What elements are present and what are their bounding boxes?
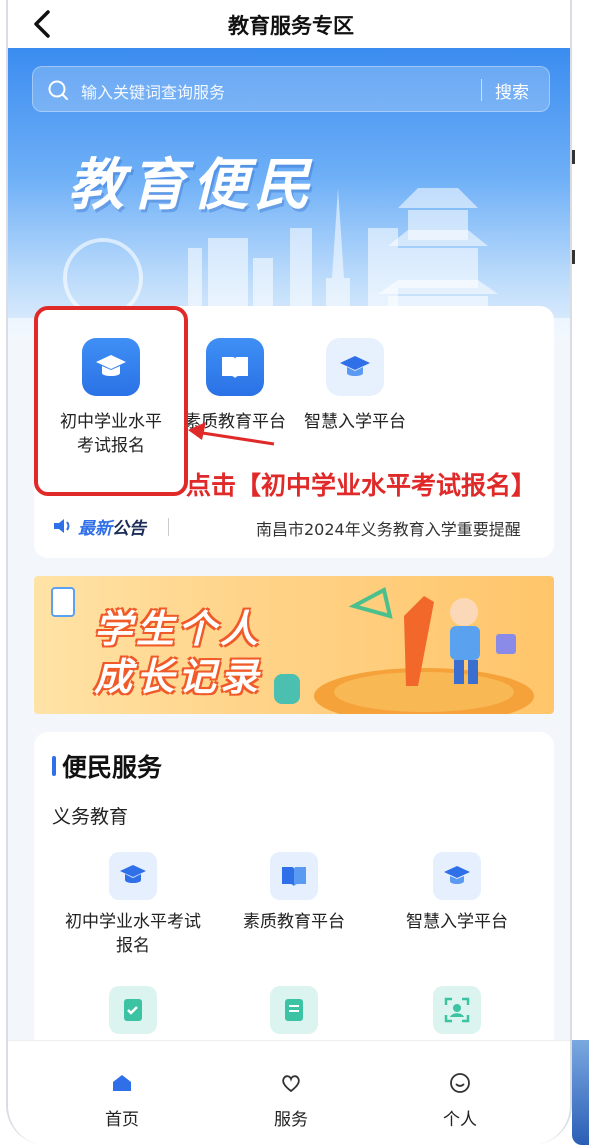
service-item-quality-education[interactable]: 素质教育平台 (209, 852, 379, 934)
mortarboard-icon (326, 338, 384, 396)
notice-bar[interactable]: 最新公告 南昌市2024年义务教育入学重要提醒 (34, 506, 554, 546)
notice-text[interactable]: 南昌市2024年义务教育入学重要提醒 (256, 516, 538, 540)
edge-glow (572, 1040, 589, 1145)
smile-icon (450, 1073, 470, 1093)
app-header: 教育服务专区 (8, 0, 570, 48)
section-subtitle: 义务教育 (52, 806, 129, 828)
nav-label: 个人 (443, 1110, 477, 1130)
nav-item-services[interactable]: 服务 (251, 1071, 331, 1130)
heart-icon (282, 1075, 300, 1093)
service-item-document[interactable] (209, 986, 379, 1034)
tutorial-annotation: 点击【初中学业水平考试报名】 (186, 471, 537, 500)
service-item-face-scan[interactable] (372, 986, 542, 1034)
notice-tag-highlight: 最新 (78, 519, 112, 539)
convenience-services-card: 便民服务 义务教育 初中学业水平考试 报名 素质教育平台 智慧入学平台 (34, 732, 554, 1062)
hero-banner: 输入关键词查询服务 搜索 教育便民 (8, 48, 570, 338)
document-icon (270, 986, 318, 1034)
face-scan-icon (433, 986, 481, 1034)
service-item-label: 智慧入学平台 (406, 912, 508, 932)
nav-label: 服务 (274, 1110, 308, 1130)
mortarboard-icon (433, 852, 481, 900)
quick-access-card: 初中学业水平 考试报名 素质教育平台 智慧入学平台 点击【初中学业水平考试报名】… (34, 306, 554, 558)
graduation-cap-icon (109, 852, 157, 900)
nav-item-home[interactable]: 首页 (82, 1071, 162, 1130)
page-title: 教育服务专区 (228, 14, 354, 38)
service-item-label: 初中学业水平考试 报名 (65, 912, 201, 956)
book-icon (270, 852, 318, 900)
notice-tag: 最新公告 (78, 514, 146, 539)
notice-tag-rest: 公告 (112, 519, 146, 539)
search-bar[interactable]: 输入关键词查询服务 搜索 (32, 66, 550, 112)
book-icon (206, 338, 264, 396)
phone-screen: 教育服务专区 输入关键词查询服务 搜索 教育便民 初中学业水平 考试报名 素质教… (6, 0, 572, 1145)
edge-mark (572, 150, 575, 164)
service-item-checklist[interactable] (48, 986, 218, 1034)
background-edge (572, 0, 589, 1145)
section-accent-bar (52, 756, 56, 776)
search-icon (48, 80, 68, 100)
nav-label: 首页 (105, 1110, 139, 1130)
quick-item-smart-enrollment[interactable]: 智慧入学平台 (290, 338, 420, 434)
search-button[interactable]: 搜索 (495, 78, 529, 103)
quick-item-label: 智慧入学平台 (304, 412, 406, 432)
growth-record-banner[interactable]: 学生个人 成长记录 (34, 576, 554, 714)
search-divider (481, 79, 482, 101)
highlight-box (34, 306, 188, 496)
section-title: 便民服务 (62, 753, 163, 782)
checklist-icon (109, 986, 157, 1034)
nav-item-profile[interactable]: 个人 (420, 1071, 500, 1130)
service-item-smart-enrollment[interactable]: 智慧入学平台 (372, 852, 542, 934)
service-item-exam-registration[interactable]: 初中学业水平考试 报名 (48, 852, 218, 958)
home-icon (113, 1075, 131, 1091)
annotation-arrow-icon (188, 422, 275, 446)
edge-mark (572, 250, 575, 264)
search-input[interactable]: 输入关键词查询服务 (81, 79, 225, 103)
notice-divider (168, 518, 169, 536)
banner-line-2: 成长记录 (94, 655, 263, 699)
service-item-label: 素质教育平台 (243, 912, 345, 932)
speaker-icon (54, 519, 70, 533)
bottom-navigation: 首页 服务 个人 (8, 1040, 570, 1145)
banner-line-1: 学生个人 (94, 607, 263, 651)
